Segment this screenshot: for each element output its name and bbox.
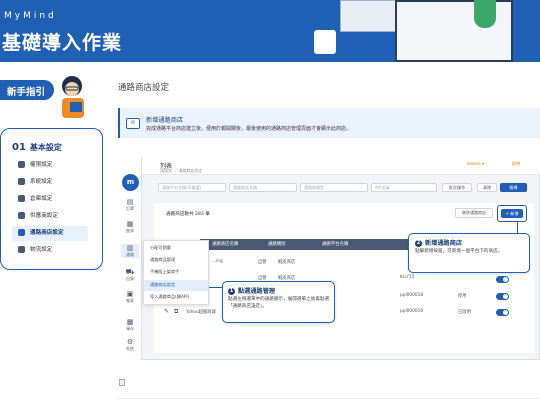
menu-item[interactable]: 導入通路商品(開API) — [150, 294, 189, 300]
step-system[interactable]: 系統設定 — [18, 177, 52, 188]
table-cell: ppl000016 — [400, 309, 424, 314]
menu-item[interactable]: 手機版上架商手 — [150, 269, 179, 275]
user-menu-button[interactable]: ezsure ▾ — [453, 159, 498, 169]
brand-name: MyMind — [4, 11, 57, 21]
step-channel-store[interactable]: 通路商店設定 — [18, 228, 64, 239]
guide-character-illustration — [62, 76, 84, 118]
callout-2-title: 2 新增通路商店 — [415, 240, 463, 247]
page-title: 通路商店設定 — [118, 83, 170, 93]
order-icon: ▤ — [126, 198, 134, 206]
callout-2-connector — [517, 221, 518, 233]
sidebar-item-system[interactable]: ⚙ 系統 — [121, 338, 139, 352]
status-toggle[interactable] — [496, 293, 509, 300]
status-toggle[interactable] — [496, 309, 509, 316]
step-permission[interactable]: 權限設定 — [18, 160, 52, 171]
plant-illustration — [474, 0, 496, 28]
sidebar-item-report[interactable]: ▣ 報表 — [121, 290, 139, 304]
step-supplier[interactable]: 供應商設定 — [18, 211, 58, 222]
menu-item-channel-store-settings[interactable]: 通路商店設定 — [150, 282, 175, 288]
app-logo-icon: m — [122, 174, 139, 191]
copy-icon[interactable]: ⧉ — [174, 308, 178, 316]
callout-1-title: 1 點選通路管理 — [228, 288, 276, 295]
shield-icon — [18, 161, 25, 168]
sidebar-item-channel[interactable]: ▥ 通路 — [121, 244, 139, 258]
sidebar-item-order[interactable]: ▤ 訂單 — [121, 198, 139, 212]
menu-item[interactable]: 分配可銷量 — [150, 245, 171, 251]
table-cell: ppl000018 — [400, 293, 424, 298]
inventory-icon: ▩ — [126, 318, 134, 326]
channel-type-filter[interactable]: 通路商類型 — [300, 183, 368, 192]
table-cell: Yahoo超級商城 — [186, 310, 216, 315]
info-title: 新增通路商店 — [146, 117, 184, 124]
breadcrumb: 通路商 ／ 通路商店設定 — [160, 168, 203, 173]
step-logistics[interactable]: 物流設定 — [18, 245, 52, 256]
callout-2-description: 點擊新增按鈕，可新增一個平台下的商店。 — [415, 249, 503, 254]
supplier-icon — [18, 212, 25, 219]
truck-icon — [18, 246, 25, 253]
status-toggle[interactable] — [496, 276, 509, 283]
col-store-name: 通路商店名稱 — [212, 242, 239, 247]
table-cell: ...ing — [212, 259, 223, 264]
col-channel-type: 通路類別 — [268, 242, 286, 247]
api-key-filter[interactable]: API金鑰 — [371, 183, 437, 192]
batch-action-button[interactable]: 批次操作 — [442, 183, 472, 192]
system-icon: ⚙ — [126, 338, 134, 346]
steps-section-title: 01 基本設定 — [12, 142, 62, 153]
store-count: 通路商店數共 283 筆 — [166, 212, 210, 217]
gear-icon — [18, 178, 25, 185]
warehouse-icon — [18, 195, 25, 202]
info-description: 完成通路平台商店建立後，便用於報開關後，最後使用的通路商店管理頁面才會顯示此商店… — [146, 126, 352, 132]
add-store-button[interactable]: + 新增 — [501, 209, 523, 218]
store-icon — [18, 229, 25, 236]
callout-1-description: 點選左側選單中的通路顯示，展開選單之後再點選「通路商店設定」。 — [228, 297, 330, 309]
broken-image-icon — [119, 379, 125, 386]
channel-icon: ▥ — [126, 244, 134, 252]
sidebar-item-inventory[interactable]: ▩ 庫存 — [121, 318, 139, 332]
help-button[interactable]: 說明 — [501, 159, 531, 169]
delete-store-button[interactable]: 刪除通路商店 — [455, 208, 493, 218]
inbound-icon: ▦ — [126, 220, 134, 228]
search-button[interactable]: 搜尋 — [500, 183, 527, 192]
menu-item[interactable]: 通路商品管理 — [150, 257, 175, 263]
guide-badge: 新手指引 — [0, 80, 54, 100]
step-warehouse[interactable]: 倉庫設定 — [18, 194, 52, 205]
books-illustration — [340, 0, 400, 32]
table-cell: KLiY15 — [400, 275, 415, 280]
sidebar-item-ship[interactable]: ⛟ 出貨 — [121, 268, 139, 282]
clear-button[interactable]: 清除 — [477, 183, 497, 192]
report-icon: ▣ — [126, 290, 134, 298]
callout-1-connector — [209, 287, 222, 288]
info-icon: ✉ — [126, 118, 140, 129]
store-name-filter[interactable]: 通路商店名稱 — [229, 183, 297, 192]
sidebar-item-inbound[interactable]: ▦ 進貨 — [121, 220, 139, 234]
mug-illustration — [314, 30, 336, 54]
ship-icon: ⛟ — [125, 268, 135, 276]
status-badge: 停用 — [458, 294, 467, 299]
status-badge: 已啟用 — [458, 310, 471, 315]
table-cell: 蝦皮商店 — [278, 260, 296, 265]
edit-icon[interactable]: ✎ — [164, 308, 169, 315]
divider — [118, 398, 540, 399]
page-headline: 基礎導入作業 — [2, 32, 123, 54]
table-cell: 自營 — [258, 260, 267, 265]
col-platform: 通路平台名稱 — [322, 242, 349, 247]
platform-filter[interactable]: 通路平台名稱(可複選) — [158, 183, 226, 192]
store-list-card — [154, 203, 534, 353]
